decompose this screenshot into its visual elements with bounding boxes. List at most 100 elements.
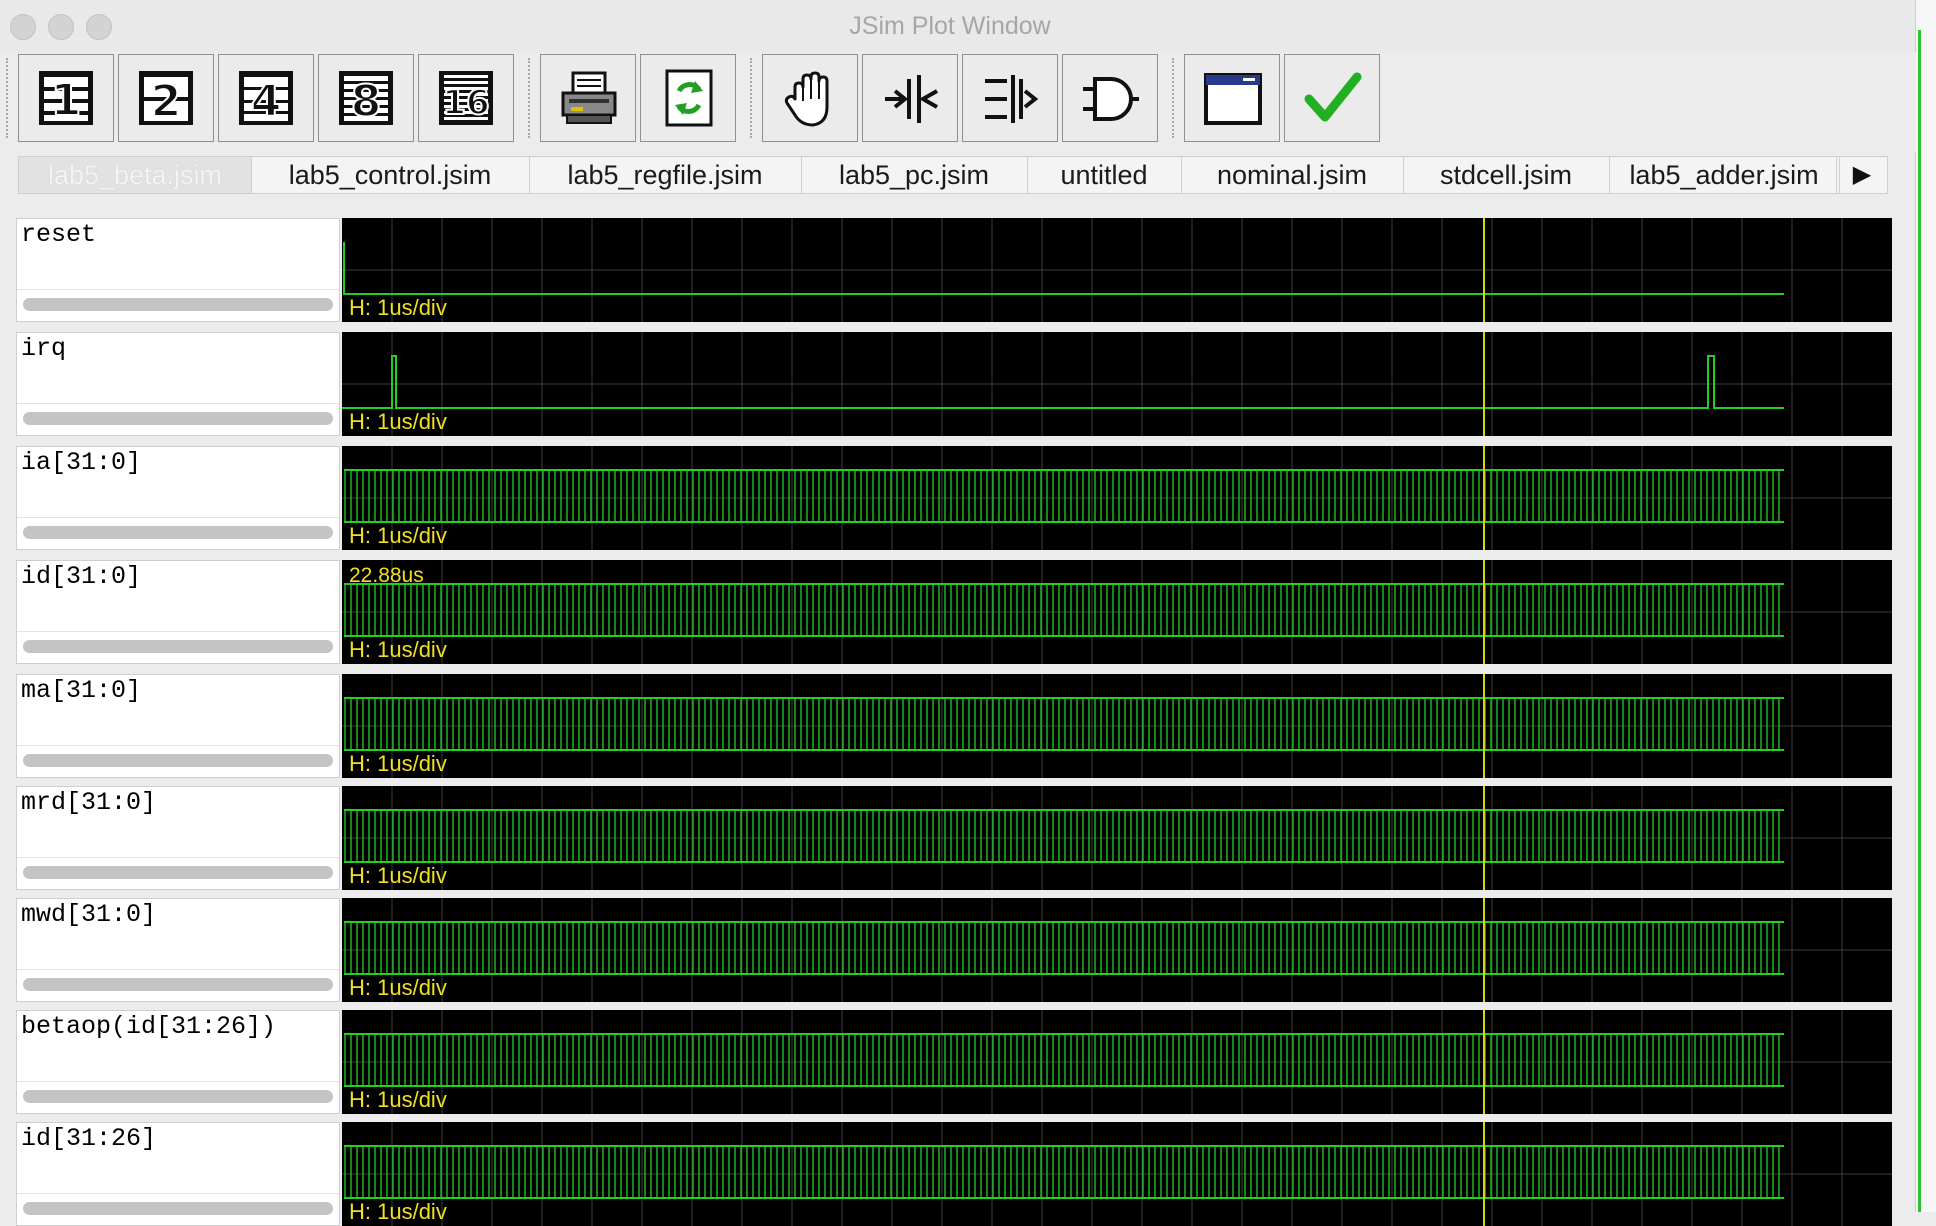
waveform-svg	[342, 786, 1892, 890]
waveform-plot[interactable]: H: 1us/div	[342, 786, 1892, 890]
scale-label: H: 1us/div	[349, 975, 447, 1000]
waveform-svg	[342, 560, 1892, 664]
refresh-button[interactable]	[640, 54, 736, 142]
zoom-out-button[interactable]	[962, 54, 1058, 142]
waveform-plot[interactable]: H: 1us/div	[342, 446, 1892, 550]
signal-label-panel: betaop(id[31:26])	[16, 1010, 340, 1114]
waveform-svg	[342, 218, 1892, 322]
tab-stdcell[interactable]: stdcell.jsim	[1403, 157, 1610, 193]
four-plots-button[interactable]: 4	[218, 54, 314, 142]
signal-label-panel: mrd[31:0]	[16, 786, 340, 890]
waveform-plot[interactable]: 22.88us H: 1us/div	[342, 560, 1892, 664]
window-title: JSim Plot Window	[849, 12, 1051, 40]
eight-plots-button[interactable]: 8	[318, 54, 414, 142]
one-plot-button[interactable]: 1	[18, 54, 114, 142]
tab-nominal[interactable]: nominal.jsim	[1181, 157, 1404, 193]
title-bar: JSim Plot Window	[0, 0, 1936, 53]
signal-row-reset: reset H: 1us/div	[16, 218, 1892, 322]
cursor-time-readout: 22.88us	[349, 564, 424, 587]
zoom-out-icon	[985, 75, 1039, 123]
accept-button[interactable]	[1284, 54, 1380, 142]
toolbar: 1 2 4 8 16	[0, 52, 1916, 152]
bus-trace	[344, 1145, 1784, 1199]
zoom-in-button[interactable]	[862, 54, 958, 142]
waveform-plot[interactable]: H: 1us/div	[342, 1010, 1892, 1114]
window-button[interactable]	[1184, 54, 1280, 142]
waveform-svg	[342, 332, 1892, 436]
horizontal-scrollbar[interactable]	[23, 640, 333, 653]
waveform-svg	[342, 674, 1892, 778]
checkmark-icon	[1304, 72, 1362, 122]
bus-trace	[344, 921, 1784, 975]
horizontal-scrollbar[interactable]	[23, 866, 333, 879]
signal-row-id-opcode: id[31:26] H: 1us/div	[16, 1122, 1892, 1226]
tab-scroll-right-button[interactable]: ▶	[1836, 157, 1887, 193]
waveform-plot[interactable]: H: 1us/div	[342, 218, 1892, 322]
horizontal-scrollbar[interactable]	[23, 298, 333, 311]
file-tab-bar: lab5_beta.jsim lab5_control.jsim lab5_re…	[18, 156, 1888, 194]
signal-label-panel: reset	[16, 218, 340, 322]
tab-lab5-regfile[interactable]: lab5_regfile.jsim	[529, 157, 802, 193]
signal-row-mwd: mwd[31:0] H: 1us/div	[16, 898, 1892, 1002]
horizontal-scrollbar[interactable]	[23, 526, 333, 539]
scale-label: H: 1us/div	[349, 863, 447, 888]
print-button[interactable]	[540, 54, 636, 142]
tab-lab5-control[interactable]: lab5_control.jsim	[251, 157, 530, 193]
signal-name: mwd[31:0]	[21, 900, 157, 929]
waveform-plot[interactable]: H: 1us/div	[342, 674, 1892, 778]
zoom-in-icon	[885, 75, 938, 123]
sixteen-plots-button[interactable]: 16	[418, 54, 514, 142]
svg-text:1: 1	[51, 75, 82, 126]
signal-label-panel: irq	[16, 332, 340, 436]
svg-text:16: 16	[442, 83, 489, 123]
horizontal-scrollbar[interactable]	[23, 1090, 333, 1103]
scale-label: H: 1us/div	[349, 1087, 447, 1112]
tab-lab5-pc[interactable]: lab5_pc.jsim	[801, 157, 1028, 193]
signal-name: id[31:26]	[21, 1124, 157, 1153]
two-plots-button[interactable]: 2	[118, 54, 214, 142]
waveform-plot[interactable]: H: 1us/div	[342, 898, 1892, 1002]
bus-trace	[344, 469, 1784, 523]
svg-text:4: 4	[251, 76, 282, 127]
horizontal-scrollbar[interactable]	[23, 754, 333, 767]
scale-label: H: 1us/div	[349, 751, 447, 776]
bus-trace	[344, 1033, 1784, 1087]
horizontal-scrollbar[interactable]	[23, 1202, 333, 1215]
bus-trace	[344, 583, 1784, 637]
horizontal-scrollbar[interactable]	[23, 412, 333, 425]
signal-label-panel: id[31:0]	[16, 560, 340, 664]
gate-icon	[1083, 77, 1139, 121]
grid	[342, 218, 1892, 322]
waveform-svg	[342, 1010, 1892, 1114]
tab-untitled[interactable]: untitled	[1027, 157, 1182, 193]
signal-row-betaop: betaop(id[31:26]) H: 1us/div	[16, 1010, 1892, 1114]
waveform-plot[interactable]: H: 1us/div	[342, 332, 1892, 436]
signal-name: ma[31:0]	[21, 676, 142, 705]
waveform-svg	[342, 446, 1892, 550]
trace	[342, 355, 1784, 409]
pan-button[interactable]	[762, 54, 858, 142]
bus-trace	[344, 809, 1784, 863]
tab-lab5-adder[interactable]: lab5_adder.jsim	[1609, 157, 1840, 193]
horizontal-scrollbar[interactable]	[23, 978, 333, 991]
background-window-edge	[1915, 0, 1936, 1212]
one-plot-per-row-icon: 1	[39, 71, 93, 127]
signal-name: mrd[31:0]	[21, 788, 157, 817]
eight-plots-icon: 8	[339, 71, 393, 128]
signal-label-panel: ia[31:0]	[16, 446, 340, 550]
signal-row-ia: ia[31:0] H: 1us/div	[16, 446, 1892, 550]
sixteen-plots-icon: 16	[439, 71, 493, 125]
toolbar-grip	[750, 58, 756, 138]
scale-label: H: 1us/div	[349, 523, 447, 548]
waveform-svg	[342, 1122, 1892, 1226]
waveform-plot[interactable]: H: 1us/div	[342, 1122, 1892, 1226]
signal-name: ia[31:0]	[21, 448, 142, 477]
waveform-svg	[342, 898, 1892, 1002]
scale-label: H: 1us/div	[349, 295, 447, 320]
svg-text:8: 8	[351, 76, 382, 127]
gate-button[interactable]	[1062, 54, 1158, 142]
toolbar-grip	[528, 58, 534, 138]
four-plots-icon: 4	[239, 71, 293, 128]
tab-lab5-beta[interactable]: lab5_beta.jsim	[19, 157, 252, 193]
signal-label-panel: id[31:26]	[16, 1122, 340, 1226]
